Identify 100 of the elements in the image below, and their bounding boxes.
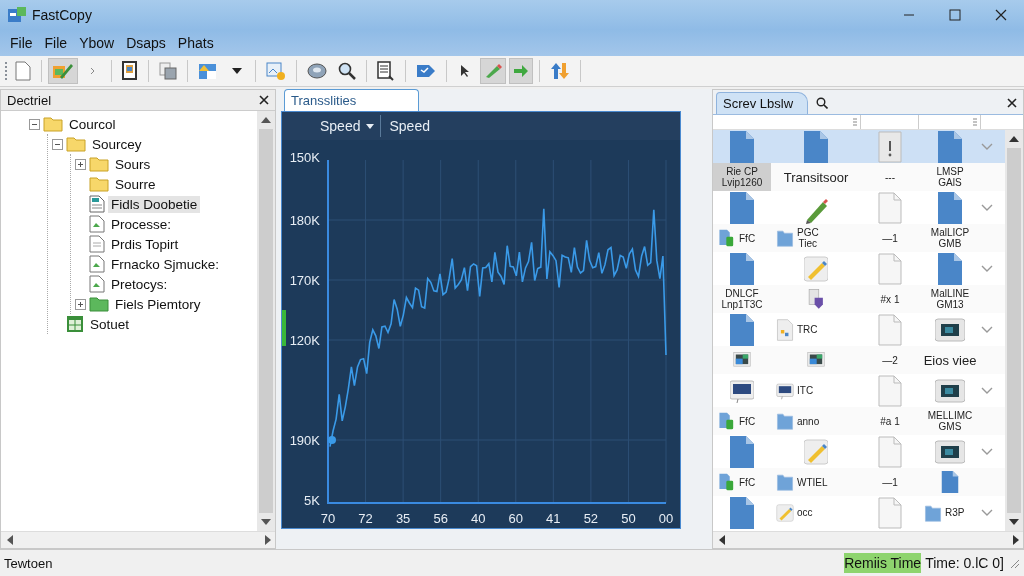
page-icon [775,318,795,341]
folder-icon [775,410,795,432]
grid-cell[interactable]: —1 [861,224,919,252]
grid-cell[interactable]: —2 [861,346,919,374]
grid-row[interactable]: FfC PGC Tiec —1 MalLICP GMB [713,224,1005,252]
grid-cell[interactable]: DNLCF Lnp1T3C [713,285,771,313]
horizontal-scrollbar[interactable] [713,531,1023,548]
grid-cell[interactable]: FfC [713,407,771,435]
axis-label: 41 [546,511,561,526]
close-icon[interactable] [995,9,1007,21]
grid-cell[interactable]: --- [861,163,919,191]
grid-cell[interactable]: Eios viee [919,346,981,374]
expand-icon[interactable] [75,298,86,310]
cell-text: WTIEL [797,476,828,488]
grid-row[interactable]: —2 Eios viee [713,346,1005,374]
grid-cell[interactable]: occ [771,496,861,529]
cell-text: —2 [882,354,898,366]
chevron-down-icon [981,509,993,516]
tree-item[interactable]: Frnacko Sjmucke: [108,255,223,273]
grid-row[interactable] [713,130,1005,163]
grid-cell[interactable]: R3P [919,496,981,529]
swap-arrows-icon [550,61,570,81]
axis-label: 50 [621,511,636,526]
tree-item[interactable]: Processe: [108,215,175,233]
collapse-icon[interactable] [29,118,40,130]
grid-cell[interactable]: LMSP GAlS [919,163,981,191]
grip-icon [4,61,8,81]
axis-label: 60 [508,511,523,526]
grid-cell[interactable]: #a 1 [861,407,919,435]
grid-cell[interactable]: MalLICP GMB [919,224,981,252]
scroll-down-icon [261,519,271,525]
expand-icon[interactable] [75,158,86,170]
grid-cell[interactable]: —1 [861,468,919,496]
disk-icon [307,62,327,80]
tree-item[interactable]: Sourre [112,175,159,193]
collapse-icon[interactable] [52,138,63,150]
cell-text: MELLIMC GMS [927,410,973,432]
axis-label: 56 [433,511,448,526]
document-icon [89,255,105,273]
app-logo [8,7,26,23]
tree-item[interactable]: Pretocys: [108,275,171,293]
cell-text: TRC [797,324,818,335]
tab[interactable]: Transslities [284,89,419,111]
spreadsheet-icon [66,315,84,333]
grid-row[interactable]: FfC anno #a 1 MELLIMC GMS [713,407,1005,435]
tree-item[interactable]: Fiels Piemtory [112,295,204,313]
grid-cell[interactable]: ITC [771,374,861,407]
grid-row[interactable]: Rie CP Lvip1260 Transitsoor --- LMSP GAlS [713,163,1005,191]
vertical-scrollbar[interactable] [257,111,275,531]
grid-cell[interactable]: Rie CP Lvip1260 [713,163,771,191]
tab[interactable]: Screv Lbslw [716,92,809,114]
grid-cell[interactable]: #x 1 [861,285,919,313]
grid-cell[interactable]: WTIEL [771,468,861,496]
grid-cell[interactable]: anno [771,407,861,435]
grid-row[interactable]: ITC [713,374,1005,407]
page-icon [89,235,105,253]
grid-cell[interactable]: TRC [771,313,861,346]
menu-item[interactable]: File [4,33,39,53]
maximize-icon[interactable] [949,9,961,21]
document-icon [938,252,962,285]
menu-item[interactable]: Phats [171,33,220,53]
tree-item[interactable]: Courcol [66,115,119,133]
menu-item[interactable]: Dsaps [120,33,172,53]
grid-row[interactable]: FfC WTIEL —1 [713,468,1005,496]
grid-row[interactable]: TRC [713,313,1005,346]
scroll-up-icon [261,117,271,123]
grid-cell[interactable]: PGC Tiec [771,224,861,252]
document-icon [730,435,754,468]
grid-cell[interactable]: MalLINE GM13 [919,285,981,313]
tree-item[interactable]: Sotuet [87,315,133,333]
scroll-down-icon [1009,519,1019,525]
series-dropdown[interactable]: Speed [318,115,382,137]
page-icon [878,374,902,407]
menu-item[interactable]: File [38,33,74,53]
tree-item[interactable]: Sours [112,155,154,173]
grid-cell[interactable]: FfC [713,468,771,496]
pane-title: Dectriel [7,92,52,108]
caret-icon[interactable] [366,123,375,129]
document-icon [938,191,962,224]
cell-text: anno [797,415,820,427]
chevron-down-icon [981,387,993,394]
page-icon [878,191,902,224]
tree-item[interactable]: Fidls Doobetie [108,195,201,213]
grid-cell[interactable]: FfC [713,224,771,252]
grid-cell[interactable]: Transitsoor [771,163,861,191]
tree-item[interactable]: Sourcey [89,135,145,153]
chevron-down-icon [981,326,993,333]
menu-item[interactable]: Ybow [73,33,121,53]
grid-row[interactable]: DNLCF Lnp1T3C #x 1 MalLINE GM13 [713,285,1005,313]
cell-text: ITC [797,385,814,396]
grid-cell[interactable]: MELLIMC GMS [919,407,981,435]
vertical-scrollbar[interactable] [1005,130,1023,531]
cell-text: LMSP GAlS [936,166,964,188]
axis-label: 180K [289,213,320,228]
folder-icon [89,156,109,172]
chevron-down-icon [981,204,993,211]
horizontal-scrollbar[interactable] [1,531,275,548]
axis-label: 5K [304,493,320,508]
grid-row[interactable]: occ R3P [713,496,1005,529]
tree-item[interactable]: Prdis Topirt [108,235,182,253]
